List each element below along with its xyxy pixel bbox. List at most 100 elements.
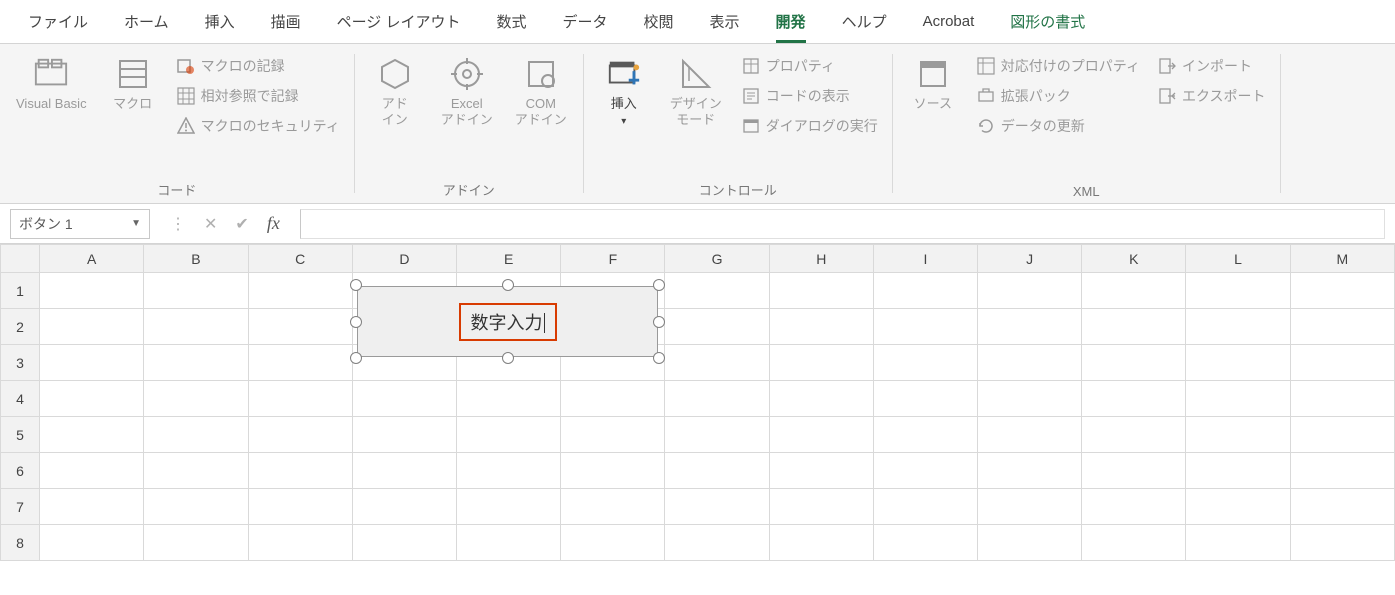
tab-data[interactable]: データ: [545, 1, 626, 42]
cell[interactable]: [873, 417, 977, 453]
resize-handle-bottom-left[interactable]: [350, 352, 362, 364]
cell[interactable]: [1186, 453, 1290, 489]
record-macro-button[interactable]: マクロの記録: [173, 54, 344, 78]
com-addins-button[interactable]: COMアドイン: [509, 50, 573, 135]
enter-icon[interactable]: ✔: [235, 214, 248, 234]
cell[interactable]: [1082, 417, 1186, 453]
resize-handle-middle-left[interactable]: [350, 316, 362, 328]
cell[interactable]: [1290, 309, 1394, 345]
cell[interactable]: [769, 453, 873, 489]
row-header[interactable]: 2: [1, 309, 40, 345]
tab-view[interactable]: 表示: [692, 1, 758, 42]
properties-button[interactable]: プロパティ: [738, 54, 882, 78]
cell[interactable]: [873, 489, 977, 525]
cell[interactable]: [665, 525, 769, 561]
cell[interactable]: [457, 489, 561, 525]
cell[interactable]: [1186, 525, 1290, 561]
row-header[interactable]: 3: [1, 345, 40, 381]
cell[interactable]: [248, 381, 352, 417]
view-code-button[interactable]: コードの表示: [738, 84, 882, 108]
tab-home[interactable]: ホーム: [106, 1, 187, 42]
cell[interactable]: [144, 381, 248, 417]
row-header[interactable]: 6: [1, 453, 40, 489]
cell[interactable]: [561, 525, 665, 561]
cell[interactable]: [40, 453, 144, 489]
cell[interactable]: [561, 453, 665, 489]
xml-export-button[interactable]: エクスポート: [1154, 84, 1270, 108]
tab-shape-format[interactable]: 図形の書式: [992, 1, 1103, 42]
col-header[interactable]: G: [665, 245, 769, 273]
cell[interactable]: [1082, 381, 1186, 417]
cell[interactable]: [769, 345, 873, 381]
cell[interactable]: [1290, 489, 1394, 525]
xml-import-button[interactable]: インポート: [1154, 54, 1270, 78]
cell[interactable]: [144, 453, 248, 489]
cell[interactable]: [1186, 309, 1290, 345]
cell[interactable]: [873, 273, 977, 309]
cell[interactable]: [40, 345, 144, 381]
col-header[interactable]: M: [1290, 245, 1394, 273]
col-header[interactable]: K: [1082, 245, 1186, 273]
excel-addins-button[interactable]: Excelアドイン: [435, 50, 499, 135]
cell[interactable]: [873, 345, 977, 381]
tab-draw[interactable]: 描画: [253, 1, 319, 42]
col-header[interactable]: I: [873, 245, 977, 273]
cell[interactable]: [769, 489, 873, 525]
cell[interactable]: [769, 381, 873, 417]
cell[interactable]: [457, 381, 561, 417]
menu-dots-icon[interactable]: ⋮: [170, 214, 186, 234]
cell[interactable]: [665, 273, 769, 309]
row-header[interactable]: 5: [1, 417, 40, 453]
cell[interactable]: [457, 525, 561, 561]
tab-page-layout[interactable]: ページ レイアウト: [319, 1, 479, 42]
formula-input[interactable]: [300, 209, 1385, 239]
resize-handle-bottom-middle[interactable]: [502, 352, 514, 364]
button-shape-selection[interactable]: 数字入力: [350, 279, 665, 364]
cell[interactable]: [1082, 345, 1186, 381]
xml-expansion-button[interactable]: 拡張パック: [973, 84, 1144, 108]
xml-map-button[interactable]: 対応付けのプロパティ: [973, 54, 1144, 78]
cell[interactable]: [144, 525, 248, 561]
col-header[interactable]: F: [561, 245, 665, 273]
tab-formulas[interactable]: 数式: [478, 1, 544, 42]
cell[interactable]: [352, 489, 456, 525]
col-header[interactable]: D: [352, 245, 456, 273]
addins-button[interactable]: アドイン: [365, 50, 425, 135]
cell[interactable]: [978, 273, 1082, 309]
row-header[interactable]: 8: [1, 525, 40, 561]
cell[interactable]: [978, 309, 1082, 345]
macros-button[interactable]: マクロ: [103, 50, 163, 118]
cell[interactable]: [873, 525, 977, 561]
cell[interactable]: [1082, 273, 1186, 309]
cell[interactable]: [40, 417, 144, 453]
tab-insert[interactable]: 挿入: [187, 1, 253, 42]
cell[interactable]: [352, 417, 456, 453]
col-header[interactable]: J: [978, 245, 1082, 273]
cell[interactable]: [40, 489, 144, 525]
cell[interactable]: [352, 525, 456, 561]
cell[interactable]: [1290, 525, 1394, 561]
tab-file[interactable]: ファイル: [10, 1, 106, 42]
cell[interactable]: [873, 453, 977, 489]
cell[interactable]: [978, 381, 1082, 417]
col-header[interactable]: L: [1186, 245, 1290, 273]
cell[interactable]: [873, 381, 977, 417]
cell[interactable]: [665, 381, 769, 417]
cell[interactable]: [40, 525, 144, 561]
button-text[interactable]: 数字入力: [471, 313, 545, 333]
cell[interactable]: [1186, 345, 1290, 381]
cell[interactable]: [1082, 309, 1186, 345]
cell[interactable]: [665, 417, 769, 453]
cell[interactable]: [561, 381, 665, 417]
cell[interactable]: [248, 309, 352, 345]
cell[interactable]: [144, 489, 248, 525]
cell[interactable]: [248, 489, 352, 525]
cell[interactable]: [665, 309, 769, 345]
tab-acrobat[interactable]: Acrobat: [905, 3, 993, 40]
macro-security-button[interactable]: マクロのセキュリティ: [173, 114, 344, 138]
cell[interactable]: [769, 273, 873, 309]
insert-control-button[interactable]: 挿入▾: [594, 50, 654, 135]
cell[interactable]: [457, 453, 561, 489]
select-all-corner[interactable]: [1, 245, 40, 273]
cell[interactable]: [1290, 381, 1394, 417]
